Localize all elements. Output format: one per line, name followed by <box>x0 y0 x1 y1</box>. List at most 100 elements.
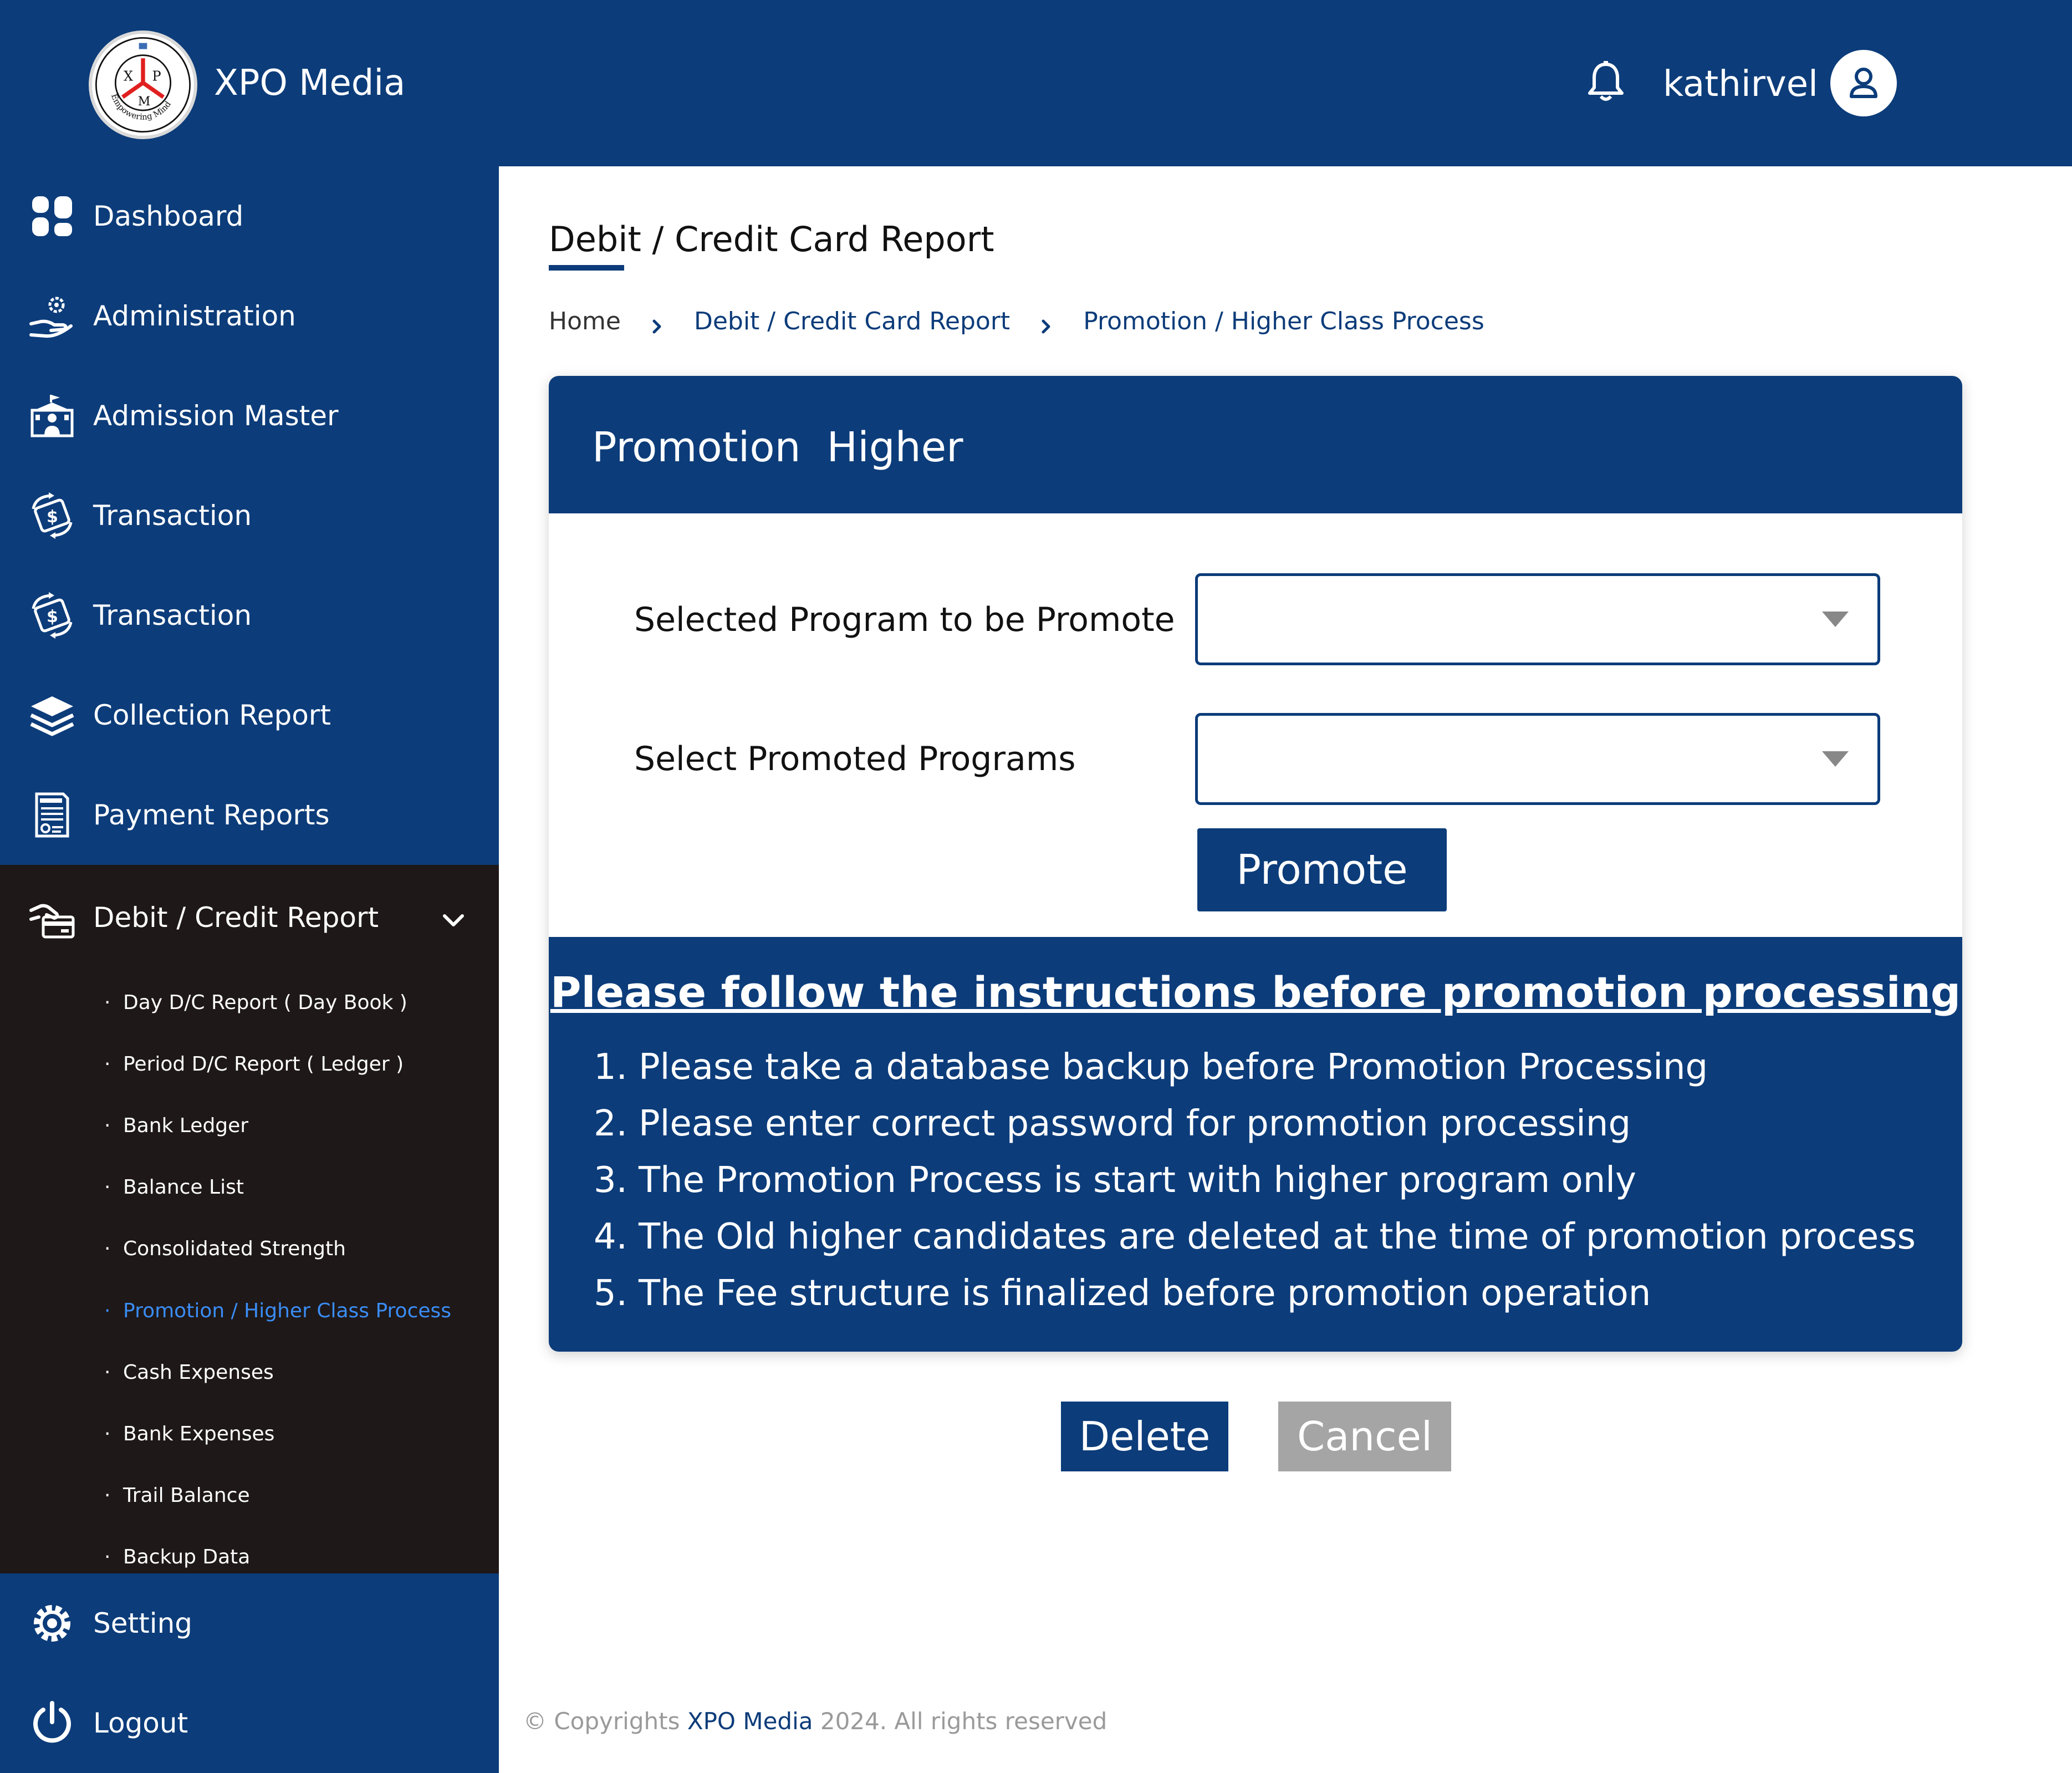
layers-icon <box>29 692 75 738</box>
program-to-promote-label: Selected Program to be Promote <box>634 600 1175 639</box>
school-building-icon <box>29 393 75 439</box>
xpo-logo-icon: X P M Empowering Mind <box>95 37 191 133</box>
chevron-right-icon <box>642 310 673 334</box>
breadcrumb-home[interactable]: Home <box>549 302 621 341</box>
submenu-item-label: Promotion / Higher Class Process <box>123 1300 452 1322</box>
submenu-item-label: Balance List <box>123 1176 244 1199</box>
admin-gear-hand-icon <box>29 293 75 339</box>
money-exchange-icon: $ <box>29 492 75 539</box>
gear-icon <box>29 1600 75 1647</box>
submenu-item-label: Cash Expenses <box>123 1361 274 1384</box>
sidebar: Dashboard Administration Admission Maste… <box>0 166 499 1773</box>
brand-logo[interactable]: X P M Empowering Mind <box>89 30 197 139</box>
submenu-item-label: Backup Data <box>123 1546 251 1568</box>
dropdown-caret-icon <box>1822 751 1849 767</box>
list-item: 5. The Fee structure is finalized before … <box>593 1273 1651 1314</box>
sidebar-item-label: Logout <box>93 1707 188 1739</box>
bell-icon[interactable] <box>1586 61 1625 103</box>
footer-prefix: © Copyrights <box>523 1708 680 1735</box>
footer-brand-link[interactable]: XPO Media <box>687 1708 813 1735</box>
power-icon <box>29 1700 75 1746</box>
footer-suffix: 2024. All rights reserved <box>820 1708 1108 1735</box>
dropdown-caret-icon <box>1822 612 1849 627</box>
sidebar-item-setting[interactable]: Setting <box>0 1573 499 1673</box>
submenu-item-consolidated-strength[interactable]: · Consolidated Strength <box>104 1230 346 1268</box>
sidebar-item-transaction[interactable]: $ Transaction <box>0 466 499 565</box>
instruction-text: The Promotion Process is start with high… <box>639 1160 1636 1201</box>
instructions-list: 1. Please take a database backup before P… <box>588 1039 1916 1322</box>
promotion-panel: Promotion Higher Selected Program to be … <box>549 376 1962 1352</box>
sidebar-item-label: Payment Reports <box>93 799 330 831</box>
list-item: 1. Please take a database backup before P… <box>593 1047 1708 1088</box>
sidebar-item-transaction-2[interactable]: $ Transaction <box>0 565 499 665</box>
list-item: 4. The Old higher candidates are deleted … <box>593 1216 1916 1257</box>
submenu-item-backup-data[interactable]: · Backup Data <box>104 1538 250 1577</box>
user-avatar[interactable] <box>1830 50 1897 116</box>
brand-name: XPO Media <box>214 63 406 104</box>
submenu-item-day-book[interactable]: · Day D/C Report ( Day Book ) <box>104 984 407 1022</box>
instructions-title: Please follow the instructions before pr… <box>550 967 1961 1017</box>
sidebar-item-label: Admission Master <box>93 400 339 432</box>
instruction-text: The Old higher candidates are deleted at… <box>639 1216 1916 1257</box>
submenu-item-promotion[interactable]: · Promotion / Higher Class Process <box>104 1292 451 1331</box>
sidebar-item-label: Setting <box>93 1607 193 1639</box>
promote-button[interactable]: Promote <box>1197 828 1447 911</box>
list-item: 2. Please enter correct password for prom… <box>593 1103 1631 1144</box>
breadcrumb-current[interactable]: Promotion / Higher Class Process <box>1083 302 1484 341</box>
page-title: Debit / Credit Card Report <box>549 219 994 259</box>
panel-title: Promotion Higher <box>592 424 963 471</box>
submenu-item-cash-expenses[interactable]: · Cash Expenses <box>104 1353 274 1392</box>
sidebar-item-dashboard[interactable]: Dashboard <box>0 166 499 266</box>
page-title-underline <box>549 265 624 271</box>
money-exchange-icon: $ <box>29 592 75 639</box>
submenu-item-period-ledger[interactable]: · Period D/C Report ( Ledger ) <box>104 1045 404 1084</box>
instruction-text: The Fee structure is finalized before pr… <box>639 1273 1651 1314</box>
sidebar-item-debit-credit-report[interactable]: Debit / Credit Report <box>0 865 499 976</box>
sidebar-item-label: Collection Report <box>93 699 331 731</box>
dashboard-icon <box>29 193 75 240</box>
program-to-promote-select[interactable] <box>1195 573 1880 665</box>
instruction-text: Please take a database backup before Pro… <box>639 1047 1708 1088</box>
promoted-programs-select[interactable] <box>1195 713 1880 805</box>
submenu-item-label: Bank Ledger <box>123 1114 249 1137</box>
footer-copyright: © Copyrights XPO Media 2024. All rights … <box>523 1702 1107 1741</box>
instructions-section: Please follow the instructions before pr… <box>549 937 1962 1352</box>
sidebar-item-logout[interactable]: Logout <box>0 1673 499 1773</box>
submenu-item-label: Day D/C Report ( Day Book ) <box>123 991 407 1014</box>
sidebar-item-administration[interactable]: Administration <box>0 266 499 366</box>
submenu-item-bank-expenses[interactable]: · Bank Expenses <box>104 1415 274 1454</box>
sidebar-item-payment-reports[interactable]: Payment Reports <box>0 765 499 865</box>
sidebar-item-label: Transaction <box>93 599 252 631</box>
cancel-button[interactable]: Cancel <box>1278 1402 1451 1471</box>
invoice-icon <box>29 792 75 838</box>
sidebar-item-admission-master[interactable]: Admission Master <box>0 366 499 466</box>
submenu-item-label: Bank Expenses <box>123 1423 275 1445</box>
sidebar-item-label: Transaction <box>93 500 252 532</box>
svg-text:$: $ <box>47 607 58 626</box>
svg-text:$: $ <box>47 507 58 527</box>
chevron-right-icon <box>1031 310 1062 334</box>
logo-letter-m: M <box>138 95 151 109</box>
submenu-item-label: Period D/C Report ( Ledger ) <box>123 1053 404 1076</box>
sidebar-item-label: Dashboard <box>93 200 244 232</box>
username[interactable]: kathirvel <box>1663 61 1818 108</box>
sidebar-item-label: Debit / Credit Report <box>93 901 379 934</box>
sidebar-item-collection-report[interactable]: Collection Report <box>0 665 499 765</box>
logo-letter-p: P <box>152 69 161 84</box>
submenu-item-trail-balance[interactable]: · Trail Balance <box>104 1476 250 1515</box>
debit-credit-submenu: Debit / Credit Report · Day D/C Report ( … <box>0 865 499 1573</box>
instruction-text: Please enter correct password for promot… <box>639 1103 1631 1144</box>
delete-button[interactable]: Delete <box>1061 1402 1228 1471</box>
logo-letter-x: X <box>124 69 133 84</box>
submenu-item-balance-list[interactable]: · Balance List <box>104 1168 244 1207</box>
submenu-item-bank-ledger[interactable]: · Bank Ledger <box>104 1107 248 1145</box>
breadcrumb: Home Debit / Credit Card Report Promotio… <box>549 302 1484 341</box>
chevron-down-icon[interactable] <box>439 906 468 935</box>
sidebar-item-label: Administration <box>93 300 296 332</box>
submenu-item-label: Trail Balance <box>123 1484 250 1507</box>
card-payment-icon <box>29 897 75 944</box>
top-header: X P M Empowering Mind XPO Media kathirve… <box>0 0 2072 166</box>
breadcrumb-debit-credit-report[interactable]: Debit / Credit Card Report <box>694 302 1010 341</box>
submenu-item-label: Consolidated Strength <box>123 1237 346 1260</box>
promoted-programs-label: Select Promoted Programs <box>634 740 1076 778</box>
